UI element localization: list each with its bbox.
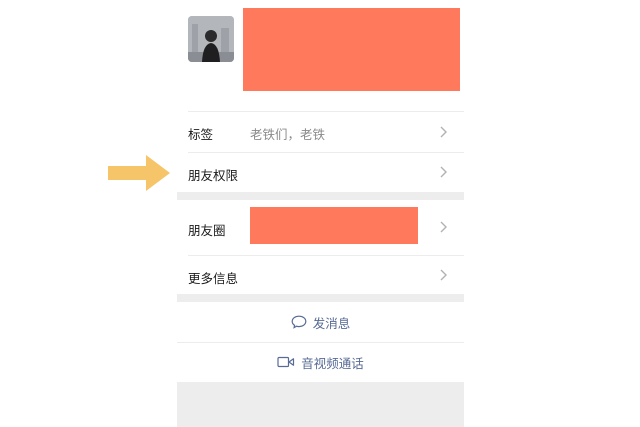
video-camera-icon — [277, 356, 295, 368]
chevron-right-icon — [440, 126, 447, 138]
more-info-label: 更多信息 — [188, 271, 239, 286]
tags-row[interactable]: 标签 老铁们，老铁 — [177, 112, 464, 152]
more-info-row[interactable]: 更多信息 — [177, 256, 464, 294]
friend-permissions-label: 朋友权限 — [188, 168, 239, 183]
chevron-right-icon — [440, 221, 447, 233]
tags-label: 标签 — [188, 127, 214, 142]
tags-value: 老铁们，老铁 — [250, 127, 326, 142]
moments-label: 朋友圈 — [188, 223, 226, 238]
send-message-button[interactable]: 发消息 — [177, 302, 464, 342]
avatar-photo-icon — [188, 16, 234, 62]
video-call-label: 音视频通话 — [301, 355, 364, 371]
moments-row[interactable]: 朋友圈 — [177, 200, 464, 255]
chat-bubble-icon — [291, 315, 307, 329]
video-call-button[interactable]: 音视频通话 — [177, 342, 464, 382]
redacted-moments-preview — [250, 207, 418, 244]
send-message-label: 发消息 — [312, 315, 351, 331]
chevron-right-icon — [440, 269, 447, 281]
redacted-name-block — [243, 8, 460, 91]
annotation-arrow — [108, 155, 170, 191]
bottom-background — [177, 382, 464, 427]
chevron-right-icon — [440, 166, 447, 178]
section-separator — [177, 192, 464, 200]
friend-permissions-row[interactable]: 朋友权限 — [177, 153, 464, 192]
section-separator — [177, 294, 464, 302]
avatar[interactable] — [188, 16, 234, 62]
contact-profile-panel: 标签 老铁们，老铁 朋友权限 朋友圈 更多信息 发消息 音视频通话 — [177, 0, 464, 427]
